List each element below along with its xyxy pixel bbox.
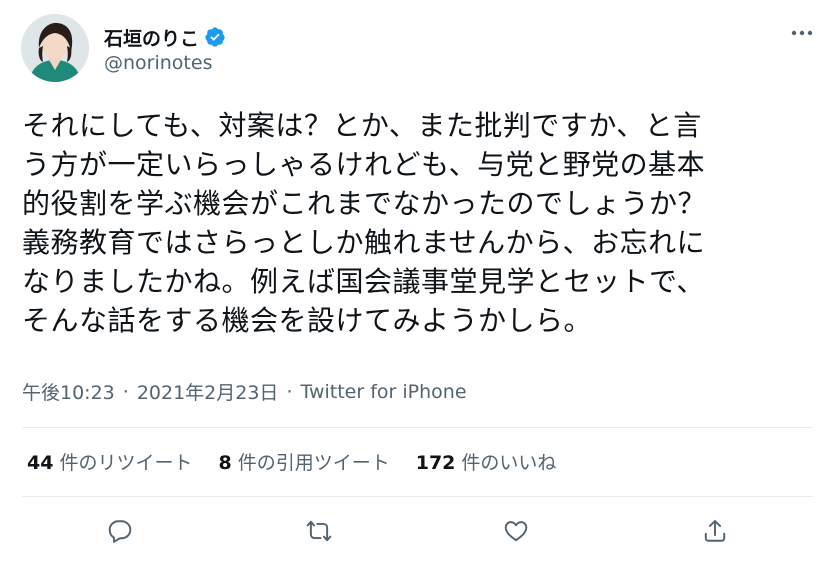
tweet-meta: 午後10:23 · 2021年2月23日 · Twitter for iPhon… — [22, 378, 467, 405]
likes-count: 172 — [415, 452, 456, 474]
quotes-count: 8 — [218, 452, 232, 474]
tweet-source[interactable]: Twitter for iPhone — [300, 381, 466, 403]
tweet-stats: 44 件のリツイート 8 件の引用ツイート 172 件のいいね — [27, 448, 582, 475]
action-bar — [0, 508, 835, 554]
verified-badge-icon — [204, 26, 226, 48]
quotes-stat[interactable]: 8 件の引用ツイート — [218, 448, 389, 475]
retweets-label: 件のリツイート — [59, 452, 193, 474]
reply-icon[interactable] — [103, 514, 137, 548]
tweet-text: それにしても、対案は？とか、また批判ですか、と言 う方が一定いらっしゃるけれども… — [22, 109, 707, 337]
retweets-stat[interactable]: 44 件のリツイート — [27, 448, 192, 475]
likes-label: 件のいいね — [461, 452, 557, 474]
more-options-icon[interactable] — [787, 18, 817, 48]
avatar-image — [21, 14, 89, 82]
retweets-count: 44 — [27, 452, 54, 474]
divider — [22, 427, 813, 428]
avatar[interactable] — [21, 14, 89, 82]
quotes-label: 件の引用ツイート — [237, 452, 390, 474]
tweet-date[interactable]: 2021年2月23日 — [137, 378, 279, 405]
handle[interactable]: @norinotes — [104, 52, 212, 74]
like-heart-icon[interactable] — [499, 514, 533, 548]
tweet-header: 石垣のりこ @norinotes — [21, 14, 819, 82]
tweet-time[interactable]: 午後10:23 — [22, 378, 115, 405]
name-line: 石垣のりこ — [104, 24, 226, 50]
likes-stat[interactable]: 172 件のいいね — [416, 448, 557, 475]
retweet-icon[interactable] — [302, 514, 336, 548]
share-icon[interactable] — [698, 514, 732, 548]
display-name[interactable]: 石垣のりこ — [104, 24, 199, 51]
meta-separator: · — [286, 380, 293, 403]
meta-separator: · — [122, 380, 129, 403]
divider — [22, 496, 813, 497]
